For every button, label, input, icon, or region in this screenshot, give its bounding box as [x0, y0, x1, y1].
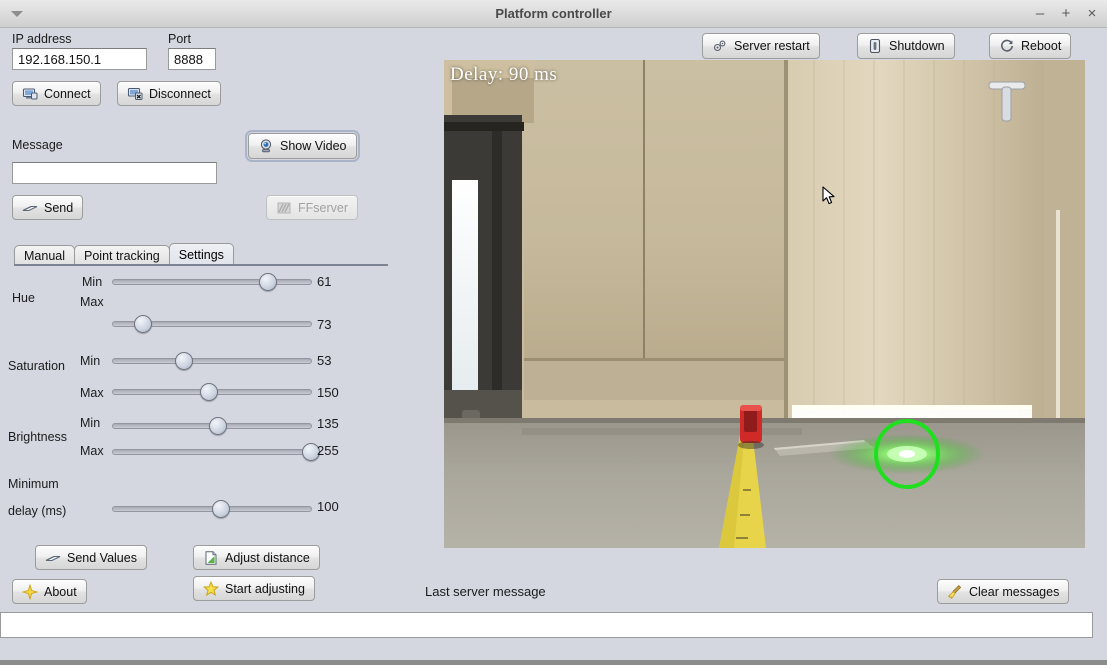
message-input[interactable] — [12, 162, 217, 184]
server-message-output[interactable] — [0, 612, 1093, 638]
brightness-min-label: Min — [80, 416, 101, 430]
brightness-max-slider-track — [112, 449, 312, 455]
close-icon[interactable]: × — [1085, 6, 1099, 21]
platform-controller-window: Platform controller – + × IP address 192… — [0, 0, 1107, 665]
reboot-label: Reboot — [1021, 39, 1062, 53]
show-video-label: Show Video — [280, 139, 347, 153]
ffserver-label: FFserver — [298, 200, 348, 215]
brightness-min-slider[interactable] — [112, 417, 312, 435]
saturation-group-label: Saturation — [8, 359, 65, 373]
send-arrow-icon — [22, 200, 38, 216]
connect-label: Connect — [44, 86, 91, 101]
port-input[interactable]: 8888 — [168, 48, 216, 70]
connect-button[interactable]: Connect — [12, 81, 101, 106]
tab-point-tracking[interactable]: Point tracking — [74, 245, 170, 266]
brightness-max-label: Max — [80, 444, 104, 458]
gears-icon — [712, 38, 728, 54]
brightness-max-value: 255 — [317, 443, 339, 458]
desktop-taskbar-strip — [0, 660, 1107, 665]
send-label: Send — [44, 200, 74, 215]
broom-icon — [947, 584, 963, 600]
saturation-min-slider[interactable] — [112, 352, 312, 370]
start-adjusting-label: Start adjusting — [225, 581, 305, 596]
tab-underline — [14, 264, 388, 266]
disconnect-button[interactable]: Disconnect — [117, 81, 221, 106]
hue-min-slider-track — [112, 279, 312, 285]
tab-settings[interactable]: Settings — [168, 243, 234, 266]
settings-tabs: Manual Point tracking Settings — [14, 242, 234, 266]
ffserver-button[interactable]: FFserver — [266, 195, 358, 220]
hue-max-label: Max — [80, 295, 104, 309]
show-video-button[interactable]: Show Video — [245, 130, 360, 162]
hue-max-value: 73 — [317, 317, 332, 332]
send-button[interactable]: Send — [12, 195, 84, 220]
clear-messages-button[interactable]: Clear messages — [937, 579, 1070, 604]
monitor-disconnect-icon — [127, 86, 143, 102]
shutdown-label: Shutdown — [889, 39, 945, 53]
video-feed[interactable]: Delay: 90 ms — [444, 60, 1085, 548]
start-adjusting-button[interactable]: Start adjusting — [193, 576, 315, 601]
send-values-label: Send Values — [67, 550, 137, 565]
saturation-min-slider-handle[interactable] — [175, 352, 193, 370]
brightness-group-label: Brightness — [8, 430, 68, 444]
send-arrow-icon — [45, 550, 61, 566]
saturation-max-slider[interactable] — [112, 383, 312, 401]
min-delay-slider-handle[interactable] — [212, 500, 230, 518]
hue-group-label: Hue — [12, 291, 35, 305]
hue-min-slider[interactable] — [112, 273, 312, 291]
brightness-min-slider-handle[interactable] — [209, 417, 227, 435]
power-icon — [867, 38, 883, 54]
hue-min-slider-handle[interactable] — [258, 273, 277, 291]
min-delay-label-line2: delay (ms) — [8, 504, 67, 518]
saturation-min-value: 53 — [317, 353, 332, 368]
maximize-icon[interactable]: + — [1059, 6, 1073, 21]
title-bar: Platform controller – + × — [0, 0, 1107, 28]
message-label: Message — [12, 138, 63, 152]
min-delay-label-line1: Minimum — [8, 477, 59, 491]
sparkle-icon — [21, 582, 39, 601]
video-delay-overlay: Delay: 90 ms — [450, 64, 558, 85]
min-delay-slider[interactable] — [112, 500, 312, 518]
saturation-max-value: 150 — [317, 385, 339, 400]
ffserver-icon — [276, 200, 292, 216]
webcam-icon — [258, 138, 274, 154]
saturation-min-slider-track — [112, 358, 312, 364]
mouse-cursor-icon — [822, 186, 836, 206]
ip-address-input[interactable]: 192.168.150.1 — [12, 48, 147, 70]
server-restart-button[interactable]: Server restart — [702, 33, 820, 59]
brightness-max-slider[interactable] — [112, 443, 320, 461]
window-controls: – + × — [1033, 0, 1099, 27]
send-values-button[interactable]: Send Values — [35, 545, 147, 570]
about-label: About — [44, 584, 77, 599]
window-title: Platform controller — [495, 6, 612, 21]
hue-max-slider-handle[interactable] — [134, 315, 152, 333]
adjust-distance-label: Adjust distance — [225, 550, 310, 565]
port-label: Port — [168, 32, 191, 46]
shutdown-button[interactable]: Shutdown — [857, 33, 955, 59]
saturation-min-label: Min — [80, 354, 101, 368]
disconnect-label: Disconnect — [149, 86, 211, 101]
monitor-icon — [22, 86, 38, 102]
adjust-distance-button[interactable]: Adjust distance — [193, 545, 320, 570]
about-button[interactable]: About — [12, 579, 87, 604]
reload-circle-icon — [999, 38, 1015, 54]
hue-max-slider[interactable] — [112, 315, 312, 333]
saturation-max-slider-handle[interactable] — [200, 383, 218, 401]
ip-address-label: IP address — [12, 32, 72, 46]
hue-min-label: Min — [82, 275, 103, 289]
server-restart-label: Server restart — [734, 39, 810, 53]
min-delay-value: 100 — [317, 499, 339, 514]
tab-manual[interactable]: Manual — [14, 245, 75, 266]
saturation-max-label: Max — [80, 386, 104, 400]
brightness-min-value: 135 — [317, 416, 339, 431]
document-icon — [203, 550, 219, 566]
minimize-icon[interactable]: – — [1033, 6, 1047, 21]
star-icon — [202, 580, 220, 597]
reboot-button[interactable]: Reboot — [989, 33, 1072, 59]
last-server-message-label: Last server message — [425, 584, 546, 599]
hue-min-value: 61 — [317, 274, 332, 289]
clear-messages-label: Clear messages — [969, 584, 1060, 599]
